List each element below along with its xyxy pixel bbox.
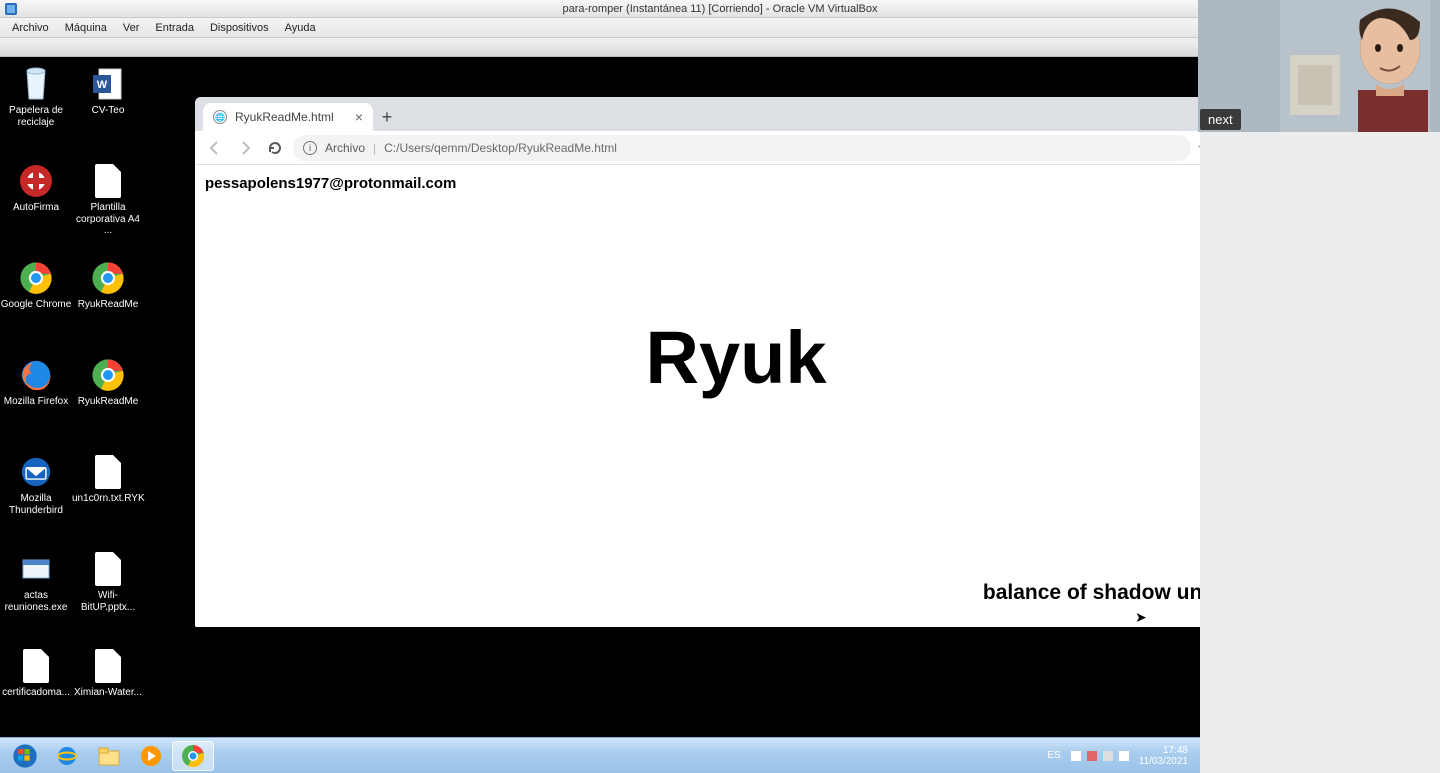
chrome-icon <box>17 259 55 297</box>
desktop-icon-label: certificadoma... <box>0 687 72 699</box>
virtualbox-icon <box>4 2 18 16</box>
desktop-icon-ryukreadme-1[interactable]: RyukReadMe <box>72 259 144 311</box>
chrome-content-area: pessapolens1977@protonmail.com Ryuk bala… <box>195 165 1200 627</box>
desktop-icon-certificadoma[interactable]: certificadoma... <box>0 647 72 699</box>
desktop-icon-label: Mozilla Firefox <box>0 396 72 408</box>
thunderbird-icon <box>17 453 55 491</box>
virtualbox-title-text: para-romper (Instantánea 11) [Corriendo]… <box>562 3 877 15</box>
bookmark-star-icon[interactable]: ☆ <box>1197 138 1200 158</box>
tray-icons[interactable] <box>1071 751 1129 761</box>
desktop-icon-ximian-water[interactable]: Ximian-Water... <box>72 647 144 699</box>
globe-icon: 🌐 <box>213 110 227 124</box>
chrome-tab-active[interactable]: 🌐 RyukReadMe.html × <box>203 103 373 131</box>
ransom-email: pessapolens1977@protonmail.com <box>205 175 1200 192</box>
chrome-toolbar: i Archivo | C:/Users/qemm/Desktop/RyukRe… <box>195 131 1200 165</box>
desktop-icon-mozilla-thunderbird[interactable]: Mozilla Thunderbird <box>0 453 72 516</box>
desktop-icon-label: Ximian-Water... <box>72 687 144 699</box>
desktop-icon-label: Google Chrome <box>0 299 72 311</box>
chrome-window: 🌐 RyukReadMe.html × + i Archivo <box>195 97 1200 627</box>
autofirma-icon <box>17 162 55 200</box>
tray-network-icon[interactable] <box>1087 751 1097 761</box>
taskbar-date: 11/03/2021 <box>1139 756 1188 767</box>
reload-button[interactable] <box>263 136 287 160</box>
word-icon: W <box>89 65 127 103</box>
chrome-tabstrip: 🌐 RyukReadMe.html × + <box>195 97 1200 131</box>
chrome-tab-title: RyukReadMe.html <box>235 110 334 124</box>
file-icon <box>89 162 127 200</box>
desktop-icon-ryukreadme-2[interactable]: RyukReadMe <box>72 356 144 408</box>
menu-maquina[interactable]: Máquina <box>57 20 115 36</box>
address-separator: | <box>373 141 376 155</box>
language-indicator[interactable]: ES <box>1047 750 1060 761</box>
address-path: C:/Users/qemm/Desktop/RyukReadMe.html <box>384 141 617 155</box>
desktop-icon-cv-teo[interactable]: W CV-Teo <box>72 65 144 117</box>
menu-ayuda[interactable]: Ayuda <box>277 20 324 36</box>
system-tray: ES 17:48 11/03/2021 <box>1047 745 1196 767</box>
ransom-footer: balance of shadow universe <box>983 581 1200 605</box>
start-button[interactable] <box>4 741 46 771</box>
desktop-icon-un1c0rn[interactable]: un1c0rn.txt.RYK <box>72 453 144 505</box>
address-scheme-label: Archivo <box>325 141 365 155</box>
taskbar-mediaplayer[interactable] <box>130 741 172 771</box>
forward-button[interactable] <box>233 136 257 160</box>
desktop-icon-autofirma[interactable]: AutoFirma <box>0 162 72 214</box>
menu-ver[interactable]: Ver <box>115 20 148 36</box>
webcam-overlay: next <box>1198 0 1440 132</box>
desktop-icon-label: RyukReadMe <box>72 396 144 408</box>
desktop-icon-label: CV-Teo <box>72 105 144 117</box>
info-icon[interactable]: i <box>303 141 317 155</box>
close-icon[interactable]: × <box>339 109 363 125</box>
desktop-icon-label: AutoFirma <box>0 202 72 214</box>
desktop-icon-label: Plantilla corporativa A4 ... <box>72 202 144 237</box>
recycle-bin-icon <box>17 65 55 103</box>
overlay-next-button[interactable]: next <box>1200 109 1241 130</box>
firefox-icon <box>17 356 55 394</box>
windows-taskbar: ES 17:48 11/03/2021 <box>0 737 1200 773</box>
desktop-icon-label: actas reuniones.exe <box>0 590 72 613</box>
taskbar-ie[interactable] <box>46 741 88 771</box>
desktop-icon-google-chrome[interactable]: Google Chrome <box>0 259 72 311</box>
menu-archivo[interactable]: Archivo <box>4 20 57 36</box>
taskbar-chrome[interactable] <box>172 741 214 771</box>
webcam-person <box>1280 0 1430 132</box>
tray-sound-icon[interactable] <box>1103 751 1113 761</box>
tray-action-icon[interactable] <box>1119 751 1129 761</box>
ransom-title: Ryuk <box>195 315 1200 400</box>
desktop-icon-mozilla-firefox[interactable]: Mozilla Firefox <box>0 356 72 408</box>
back-button[interactable] <box>203 136 227 160</box>
taskbar-clock[interactable]: 17:48 11/03/2021 <box>1139 745 1188 767</box>
menu-entrada[interactable]: Entrada <box>147 20 202 36</box>
guest-desktop[interactable]: Papelera de reciclaje AutoFirma Google C… <box>0 57 1200 773</box>
desktop-icon-label: Wifi-BitUP.pptx... <box>72 590 144 613</box>
host-right-panel <box>1200 57 1440 773</box>
desktop-icon-actas-reuniones[interactable]: actas reuniones.exe <box>0 550 72 613</box>
address-bar[interactable]: i Archivo | C:/Users/qemm/Desktop/RyukRe… <box>293 135 1191 161</box>
desktop-icon-wifi-bitup[interactable]: Wifi-BitUP.pptx... <box>72 550 144 613</box>
taskbar-explorer[interactable] <box>88 741 130 771</box>
file-icon <box>89 453 127 491</box>
svg-text:W: W <box>97 79 108 91</box>
desktop-icon-plantilla-corporativa[interactable]: Plantilla corporativa A4 ... <box>72 162 144 237</box>
desktop-icon-recycle-bin[interactable]: Papelera de reciclaje <box>0 65 72 128</box>
file-icon <box>89 647 127 685</box>
new-tab-button[interactable]: + <box>373 103 401 131</box>
tray-flag-icon[interactable] <box>1071 751 1081 761</box>
chrome-icon <box>89 259 127 297</box>
file-icon <box>17 647 55 685</box>
file-icon <box>89 550 127 588</box>
desktop-icon-label: un1c0rn.txt.RYK <box>72 493 144 505</box>
desktop-icon-label: Papelera de reciclaje <box>0 105 72 128</box>
chrome-icon <box>89 356 127 394</box>
mouse-cursor-icon: ➤ <box>1135 609 1147 626</box>
exe-icon <box>17 550 55 588</box>
desktop-icon-label: Mozilla Thunderbird <box>0 493 72 516</box>
taskbar-time: 17:48 <box>1139 745 1188 756</box>
desktop-icon-label: RyukReadMe <box>72 299 144 311</box>
menu-dispositivos[interactable]: Dispositivos <box>202 20 277 36</box>
